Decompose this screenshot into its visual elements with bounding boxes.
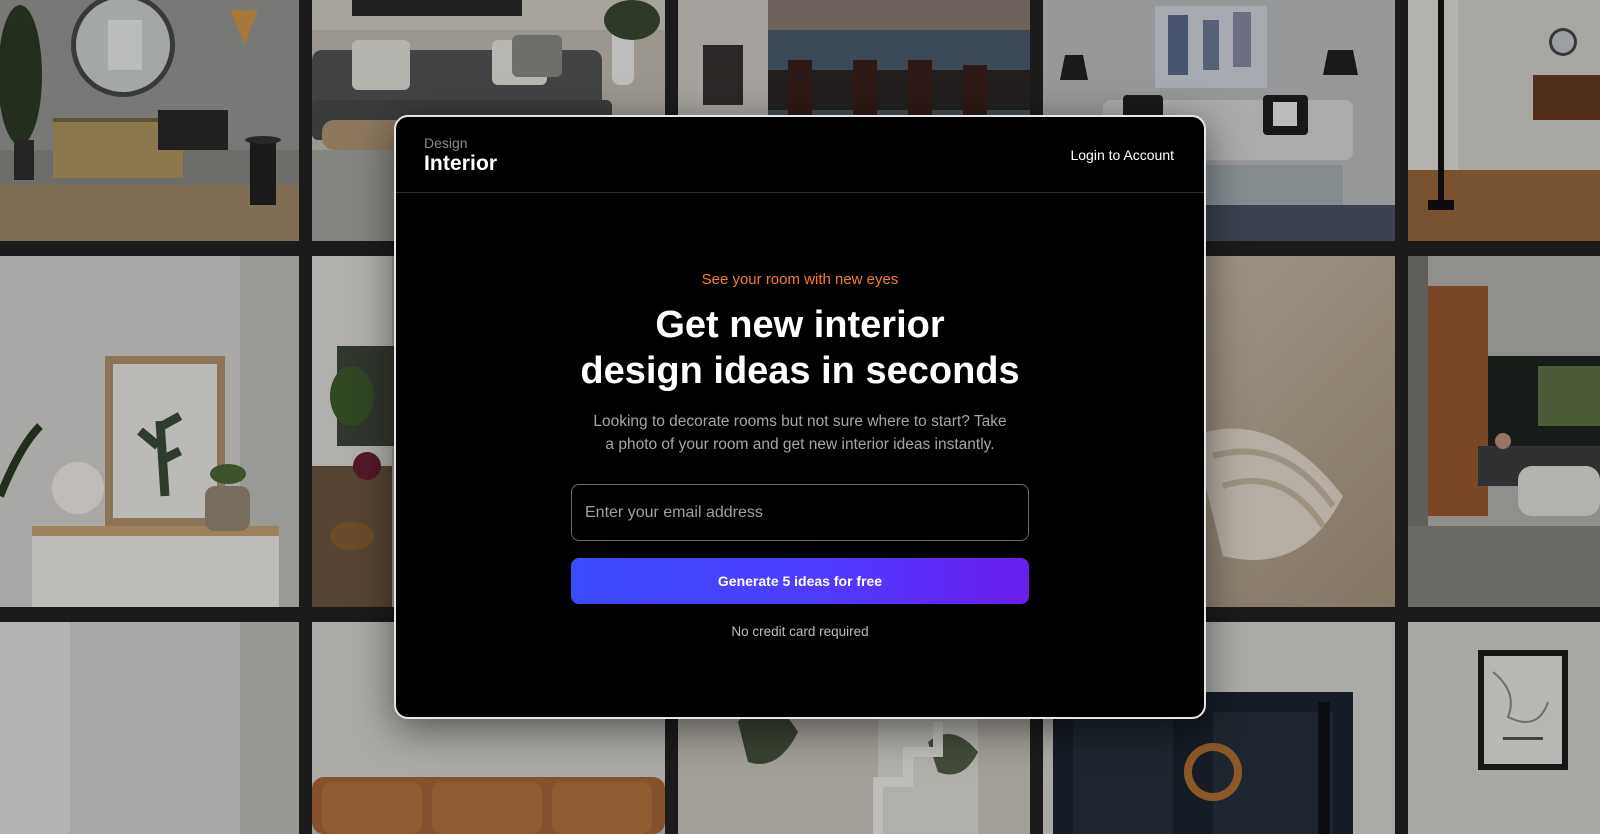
brand-main-text: Interior	[424, 151, 498, 175]
headline-line-1: Get new interior	[655, 304, 945, 346]
hero-section: See your room with new eyes Get new inte…	[396, 193, 1204, 639]
background-photo	[0, 622, 299, 834]
background-photo	[1408, 0, 1600, 241]
brand-top-text: Design	[424, 134, 468, 151]
headline-line-2: design ideas in seconds	[580, 350, 1020, 392]
hero-description: Looking to decorate rooms but not sure w…	[570, 410, 1030, 456]
email-input[interactable]	[571, 484, 1029, 541]
brand-logo[interactable]: Design Interior	[424, 136, 497, 174]
login-link[interactable]: Login to Account	[1070, 147, 1174, 163]
no-credit-card-note: No credit card required	[731, 624, 869, 639]
generate-ideas-button[interactable]: Generate 5 ideas for free	[571, 558, 1029, 604]
modal-header: Design Interior Login to Account	[396, 117, 1204, 193]
background-photo	[0, 256, 299, 607]
hero-eyebrow: See your room with new eyes	[701, 271, 899, 288]
page: Design Interior Login to Account See you…	[0, 0, 1600, 834]
description-line-2: a photo of your room and get new interio…	[605, 436, 995, 453]
signup-modal: Design Interior Login to Account See you…	[394, 115, 1206, 719]
background-photo	[0, 0, 299, 241]
background-photo	[1408, 622, 1600, 834]
hero-headline: Get new interior design ideas in seconds	[580, 302, 1019, 394]
description-line-1: Looking to decorate rooms but not sure w…	[593, 413, 1007, 430]
background-photo	[1408, 256, 1600, 607]
